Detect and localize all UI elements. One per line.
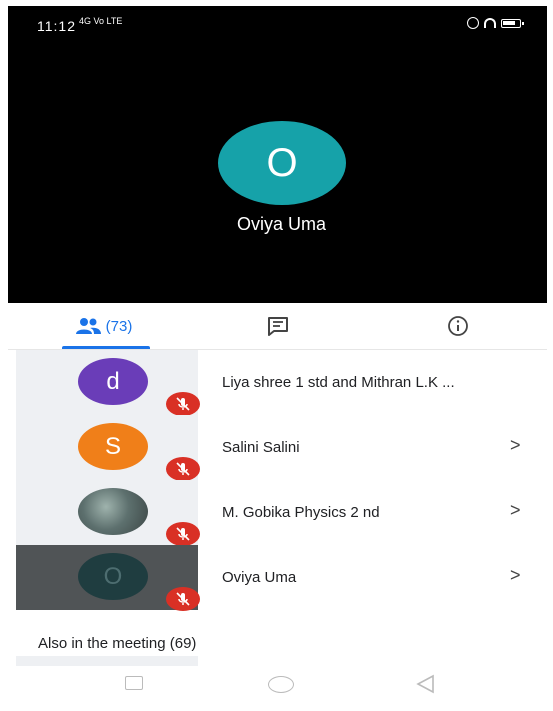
tab-people[interactable]: (73) xyxy=(48,303,158,349)
active-tab-indicator xyxy=(62,346,150,349)
participant-tile: d xyxy=(16,350,200,416)
tab-chat[interactable] xyxy=(258,303,298,349)
nav-back-icon[interactable] xyxy=(414,674,436,694)
main-speaker-avatar: O xyxy=(218,121,346,205)
alarm-icon xyxy=(467,17,479,29)
tab-bar: (73) xyxy=(8,303,547,350)
status-icons xyxy=(467,17,524,29)
people-icon xyxy=(75,318,101,334)
participant-tile: S xyxy=(16,415,200,481)
participant-avatar: O xyxy=(78,553,148,600)
also-in-meeting-heading: Also in the meeting (69) xyxy=(38,635,197,652)
participant-avatar: d xyxy=(78,358,148,405)
participant-avatar: S xyxy=(78,423,148,470)
chat-icon xyxy=(268,317,288,336)
nav-recents-icon[interactable] xyxy=(125,676,143,690)
mic-off-icon xyxy=(166,457,200,481)
chevron-right-icon[interactable]: > xyxy=(510,565,521,586)
participant-name: Salini Salini xyxy=(222,439,300,456)
chevron-right-icon[interactable]: > xyxy=(510,435,521,456)
participant-name: Oviya Uma xyxy=(222,569,297,586)
system-nav-bar xyxy=(8,666,547,705)
participant-list: d Liya shree 1 std and Mithran L.K ... S Sa… xyxy=(8,350,547,611)
participant-row[interactable]: M. Gobika Physics 2 nd > xyxy=(8,480,547,546)
participants-sheet: (73) d Liya shree 1 std and Mithran L.K .… xyxy=(8,303,547,705)
participant-row[interactable]: d Liya shree 1 std and Mithran L.K ... xyxy=(8,350,547,416)
nav-home-icon[interactable] xyxy=(268,676,294,693)
participant-tile xyxy=(16,480,200,546)
participant-photo xyxy=(78,488,148,535)
status-bar: 11:12 4G Vo LTE xyxy=(8,6,547,42)
tab-info[interactable] xyxy=(438,303,478,349)
main-speaker-name: Oviya Uma xyxy=(236,214,326,234)
headphones-icon xyxy=(484,18,496,28)
mic-off-icon xyxy=(166,522,200,546)
network-indicator: 4G Vo LTE xyxy=(79,16,123,26)
chevron-right-icon[interactable]: > xyxy=(510,500,521,521)
participant-row[interactable]: O Oviya Uma > xyxy=(8,545,547,611)
info-icon xyxy=(448,316,468,336)
list-item-partial xyxy=(16,656,198,666)
participant-name: M. Gobika Physics 2 nd xyxy=(222,504,380,521)
mic-off-icon xyxy=(166,392,200,416)
mic-off-icon xyxy=(166,587,200,611)
app-frame: 11:12 4G Vo LTE O Oviya Uma (73) d Liya … xyxy=(8,6,547,705)
status-time: 11:12 xyxy=(37,18,76,34)
participant-tile: O xyxy=(16,545,200,611)
battery-icon xyxy=(501,18,524,28)
participant-row[interactable]: S Salini Salini > xyxy=(8,415,547,481)
participant-name: Liya shree 1 std and Mithran L.K ... xyxy=(222,374,455,391)
people-count: (73) xyxy=(105,317,133,335)
